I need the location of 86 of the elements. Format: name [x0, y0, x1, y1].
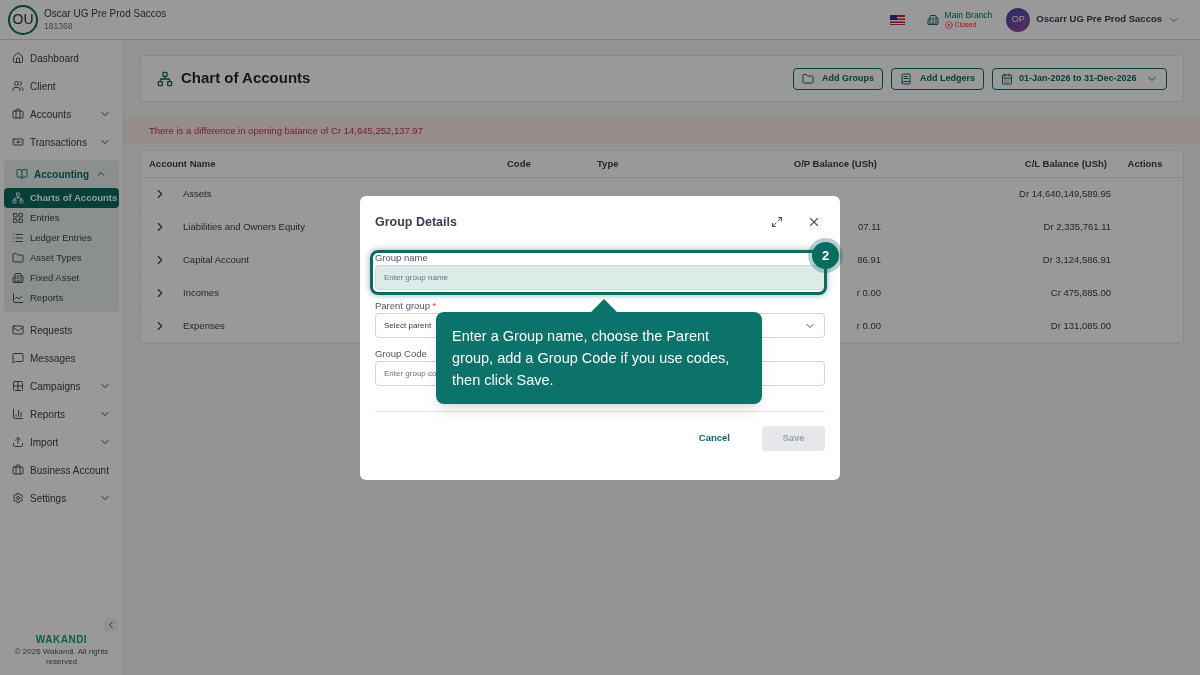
add-groups-button[interactable]: Add Groups [793, 67, 883, 90]
account-name: Capital Account [183, 252, 249, 267]
sidebar-item[interactable]: Requests [0, 316, 123, 344]
add-ledgers-button[interactable]: Add Ledgers [891, 67, 984, 90]
cl-balance: Dr 131,085.00 [1050, 318, 1111, 333]
branch-name[interactable]: Main Branch [944, 9, 993, 20]
folder-icon [802, 72, 814, 85]
mail-icon [12, 324, 24, 336]
sidebar-item[interactable]: Accounting [4, 160, 119, 188]
cl-balance: Dr 3,124,586.91 [1042, 252, 1111, 267]
building-icon [12, 272, 24, 284]
field-label: Parent group * [375, 300, 437, 312]
org-id: 181368 [44, 19, 74, 32]
column-header: Actions [1126, 156, 1164, 171]
org-name: Oscar UG Pre Prod Saccos [44, 7, 167, 20]
account-name: Incomes [183, 285, 219, 300]
message-icon [12, 352, 24, 364]
home-icon [12, 52, 24, 64]
sidebar-item[interactable]: Client [0, 72, 123, 100]
book-icon [900, 72, 912, 85]
sidebar-subitem[interactable]: Fixed Asset [4, 268, 119, 288]
page-title: Chart of Accounts [181, 68, 312, 89]
field-label: Group name [375, 252, 428, 264]
column-header: Type [597, 156, 620, 171]
cash-icon [12, 136, 24, 148]
sidebar-subitem[interactable]: Reports [4, 288, 119, 308]
account-name: Liabilities and Owners Equity [183, 219, 305, 234]
cl-balance: Cr 475,885.00 [1050, 285, 1111, 300]
flag-icon [889, 14, 905, 25]
op-balance: r 0.00 [856, 318, 881, 333]
users-icon [12, 80, 24, 92]
field-label: Group Code [375, 348, 427, 360]
org-avatar[interactable]: OU [8, 4, 38, 35]
tour-tooltip: Enter a Group name, choose the Parent group, add a Group Code if you use codes, then click Save. [436, 312, 762, 404]
bar-chart-icon [12, 408, 24, 420]
sidebar-subitem[interactable]: Charts of Accounts [4, 188, 119, 208]
brand-logo: WAKANDI [34, 633, 89, 647]
dialog-title: Group Details [375, 213, 458, 231]
column-header: O/P Balance (USh) [792, 156, 877, 171]
hierarchy-icon [12, 192, 24, 204]
briefcase-icon [12, 464, 24, 476]
account-name: Assets [183, 186, 212, 201]
book-icon [16, 168, 28, 180]
chart-icon [12, 292, 24, 304]
copyright-text: © 2026 Wakandi. All rights reserved [13, 647, 110, 668]
op-balance: r 0.00 [856, 285, 881, 300]
folder-icon [12, 252, 24, 264]
sidebar-item[interactable]: Messages [0, 344, 123, 372]
list-icon [12, 232, 24, 244]
op-balance: 86.91 [857, 252, 881, 267]
calendar-icon [1001, 72, 1013, 85]
expand-icon[interactable] [771, 216, 783, 228]
column-header: Account Name [148, 156, 217, 171]
date-range-picker[interactable]: 01-Jan-2026 to 31-Dec-2026 [992, 67, 1167, 90]
sidebar-subitem[interactable]: Ledger Entries [4, 228, 119, 248]
op-balance: 07.11 [857, 219, 881, 234]
closed-icon [944, 20, 953, 29]
cancel-button[interactable]: Cancel [682, 426, 746, 451]
building-icon [926, 13, 939, 26]
sidebar-item[interactable]: Settings [0, 484, 123, 512]
sidebar-subitem[interactable]: Asset Types [4, 248, 119, 268]
column-header: C/L Balance (USh) [1023, 156, 1107, 171]
sidebar-item[interactable]: Campaigns [0, 372, 123, 400]
user-avatar[interactable]: OP [1006, 7, 1031, 32]
error-alert: There is a difference in opening balance of Cr 14,645,252,137.97 [124, 118, 1200, 144]
sidebar-item[interactable]: Reports [0, 400, 123, 428]
cl-balance: Dr 14,640,149,589.95 [1019, 186, 1111, 201]
upload-icon [12, 436, 24, 448]
cl-balance: Dr 2,335,761.11 [1043, 219, 1111, 234]
sidebar-item[interactable]: Import [0, 428, 123, 456]
account-name: Expenses [183, 318, 225, 333]
column-header: Code [507, 156, 532, 171]
grid-icon [12, 212, 24, 224]
hierarchy-icon [157, 70, 173, 87]
sidebar-item[interactable]: Transactions [0, 128, 123, 156]
close-icon[interactable] [807, 215, 821, 229]
input-field[interactable]: Enter group name [375, 265, 825, 290]
settings-icon [12, 492, 24, 504]
user-name[interactable]: Oscarr UG Pre Prod Saccos [1036, 12, 1162, 27]
apps-icon [12, 380, 24, 392]
briefcase-icon [12, 108, 24, 120]
sidebar-item[interactable]: Dashboard [0, 44, 123, 72]
sidebar-item[interactable]: Accounts [0, 100, 123, 128]
tooltip-arrow-icon [591, 298, 617, 312]
sidebar-item[interactable]: Business Account [0, 456, 123, 484]
sidebar-subitem[interactable]: Entries [4, 208, 119, 228]
